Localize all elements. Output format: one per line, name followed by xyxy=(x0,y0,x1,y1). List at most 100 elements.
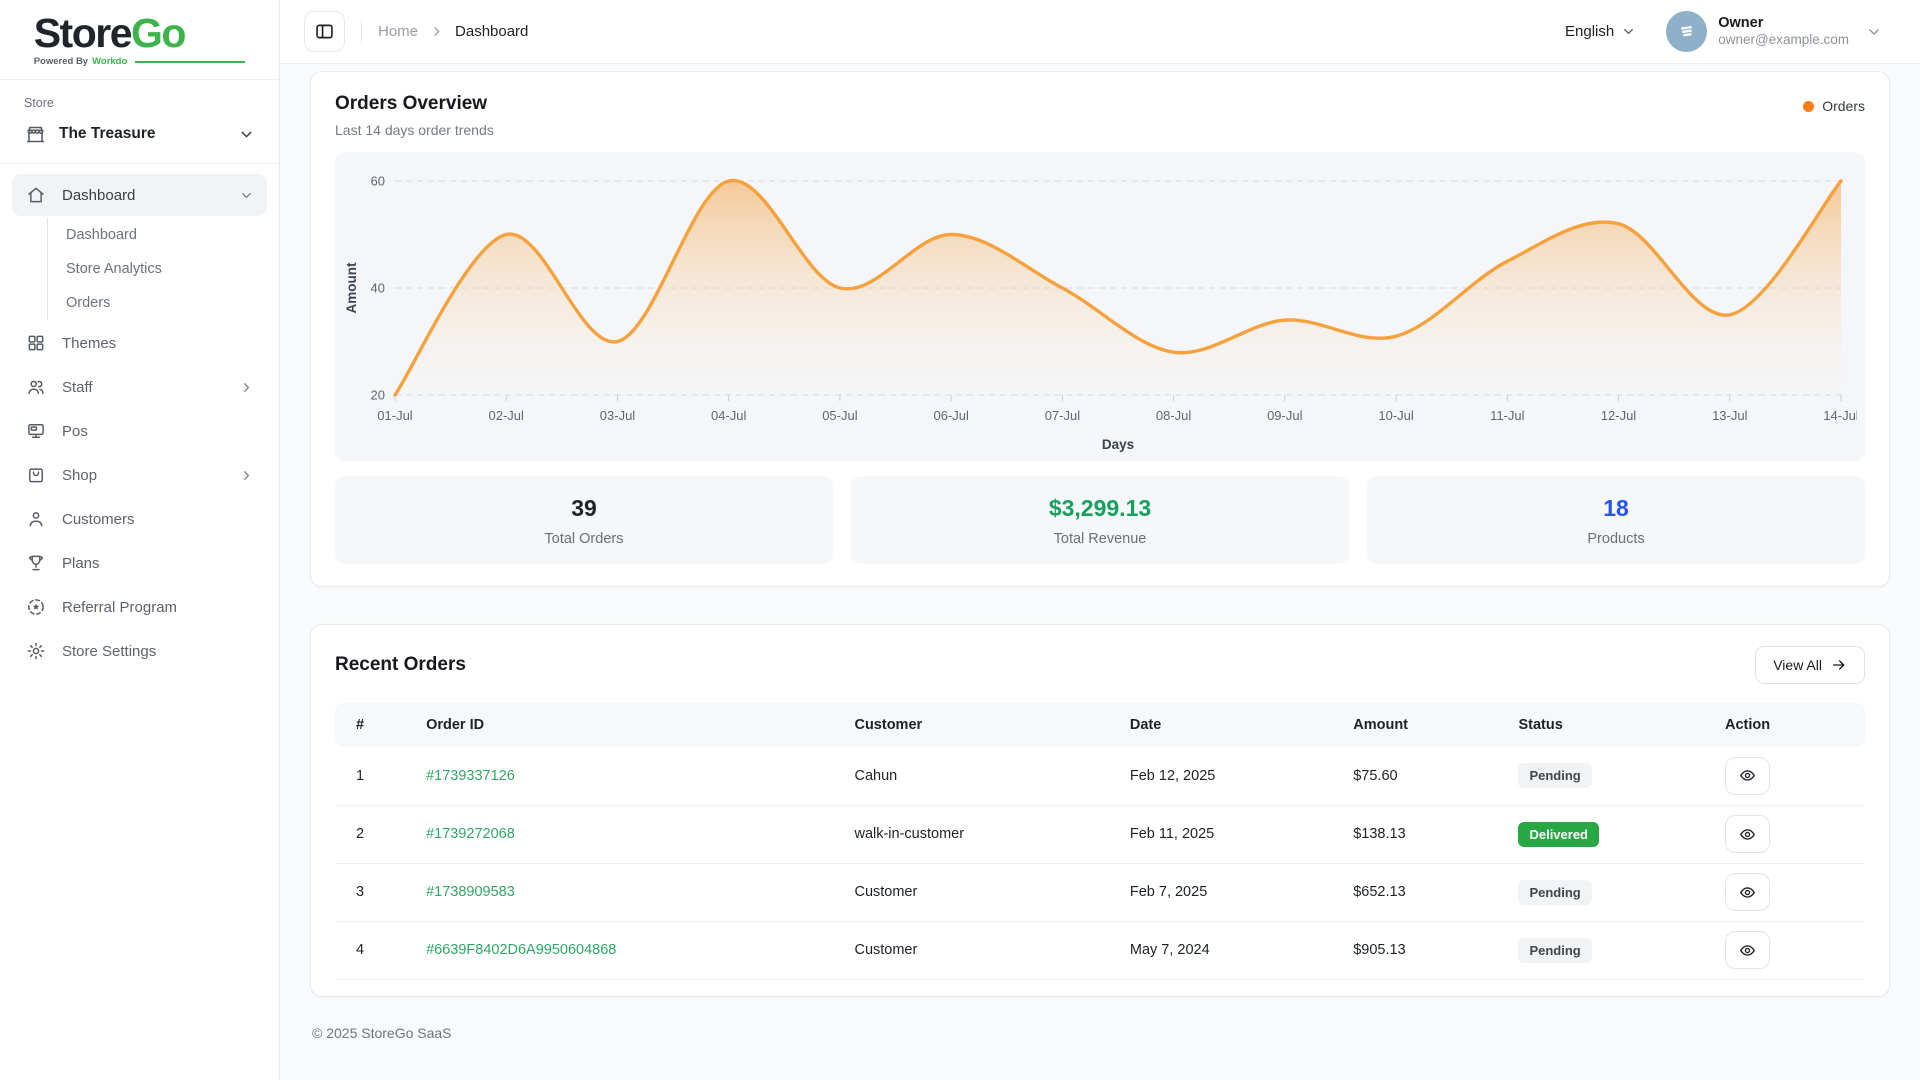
language-selector[interactable]: English xyxy=(1565,23,1636,40)
column-header: Action xyxy=(1715,703,1865,747)
order-id-link[interactable]: #1738909583 xyxy=(426,884,515,900)
order-number: 3 xyxy=(335,863,416,921)
sidebar-toggle-button[interactable] xyxy=(304,11,345,52)
sidebar-item-staff[interactable]: Staff xyxy=(12,366,267,408)
sidebar-nav: Dashboard Dashboard Store Analytics Orde… xyxy=(0,164,279,674)
shopping-bag-icon xyxy=(25,464,47,486)
order-number: 4 xyxy=(335,921,416,979)
breadcrumb-home-link[interactable]: Home xyxy=(378,23,418,40)
orders-table: #Order IDCustomerDateAmountStatusAction … xyxy=(335,703,1865,980)
sidebar-item-label: Store Settings xyxy=(62,643,156,660)
referral-star-icon xyxy=(25,596,47,618)
card-subtitle: Last 14 days order trends xyxy=(335,122,494,138)
order-id-link[interactable]: #6639F8402D6A9950604868 xyxy=(426,942,616,958)
chevron-right-icon xyxy=(430,25,443,38)
sidebar-item-label: Plans xyxy=(62,555,100,572)
main-area: Home Dashboard English Owner owner@examp… xyxy=(280,0,1920,1080)
sidebar-item-dashboard[interactable]: Dashboard xyxy=(12,174,267,216)
gear-icon xyxy=(25,640,47,662)
svg-text:01-Jul: 01-Jul xyxy=(377,408,413,423)
svg-text:02-Jul: 02-Jul xyxy=(488,408,524,423)
stat-label: Total Revenue xyxy=(851,531,1349,547)
footer-copyright: © 2025 StoreGo SaaS xyxy=(310,997,1890,1063)
order-customer: Customer xyxy=(844,863,1119,921)
user-icon xyxy=(25,508,47,530)
svg-text:Amount: Amount xyxy=(344,262,359,313)
breadcrumb-current: Dashboard xyxy=(455,23,528,40)
powered-underline xyxy=(135,61,245,63)
avatar xyxy=(1666,11,1707,52)
language-label: English xyxy=(1565,23,1614,40)
svg-text:03-Jul: 03-Jul xyxy=(600,408,636,423)
store-name: The Treasure xyxy=(59,125,156,143)
view-order-button[interactable] xyxy=(1725,815,1770,853)
user-menu[interactable]: Owner owner@example.com xyxy=(1666,11,1882,52)
svg-text:06-Jul: 06-Jul xyxy=(933,408,969,423)
view-order-button[interactable] xyxy=(1725,757,1770,795)
order-amount: $905.13 xyxy=(1343,921,1508,979)
order-amount: $652.13 xyxy=(1343,863,1508,921)
pos-terminal-icon xyxy=(25,420,47,442)
stat-label: Total Orders xyxy=(335,531,833,547)
sidebar-item-themes[interactable]: Themes xyxy=(12,322,267,364)
order-customer: Customer xyxy=(844,921,1119,979)
view-order-button[interactable] xyxy=(1725,873,1770,911)
svg-text:Days: Days xyxy=(1102,437,1134,452)
sidebar-item-customers[interactable]: Customers xyxy=(12,498,267,540)
chevron-down-icon xyxy=(238,126,255,143)
store-selector[interactable]: The Treasure xyxy=(24,123,255,145)
breadcrumb: Home Dashboard xyxy=(378,23,528,40)
order-date: May 7, 2024 xyxy=(1120,921,1343,979)
grid-icon xyxy=(25,332,47,354)
sidebar-subitem-dashboard[interactable]: Dashboard xyxy=(48,218,267,252)
view-all-button[interactable]: View All xyxy=(1755,646,1865,684)
stat-label: Products xyxy=(1367,531,1865,547)
status-badge: Pending xyxy=(1518,938,1591,963)
sidebar-item-pos[interactable]: Pos xyxy=(12,410,267,452)
chevron-right-icon xyxy=(239,380,254,395)
sidebar-item-plans[interactable]: Plans xyxy=(12,542,267,584)
stat-total-orders: 39 Total Orders xyxy=(335,476,833,564)
chart-legend-orders[interactable]: Orders xyxy=(1803,98,1865,114)
svg-text:05-Jul: 05-Jul xyxy=(822,408,858,423)
trophy-icon xyxy=(25,552,47,574)
order-id-link[interactable]: #1739337126 xyxy=(426,768,515,784)
stat-value: 18 xyxy=(1367,495,1865,522)
eye-icon xyxy=(1739,826,1756,843)
svg-text:07-Jul: 07-Jul xyxy=(1045,408,1081,423)
sidebar-item-store-settings[interactable]: Store Settings xyxy=(12,630,267,672)
status-badge: Delivered xyxy=(1518,822,1599,847)
sidebar-subitem-orders[interactable]: Orders xyxy=(48,286,267,320)
status-badge: Pending xyxy=(1518,763,1591,788)
order-id-link[interactable]: #1739272068 xyxy=(426,826,515,842)
sidebar-item-label: Dashboard xyxy=(62,187,135,204)
order-number: 1 xyxy=(335,747,416,805)
orders-area-chart: 20406001-Jul02-Jul03-Jul04-Jul05-Jul06-J… xyxy=(335,152,1865,461)
order-date: Feb 11, 2025 xyxy=(1120,805,1343,863)
svg-text:08-Jul: 08-Jul xyxy=(1156,408,1192,423)
svg-text:12-Jul: 12-Jul xyxy=(1601,408,1637,423)
user-email: owner@example.com xyxy=(1718,32,1849,49)
user-name: Owner xyxy=(1718,14,1849,32)
card-title: Orders Overview xyxy=(335,93,494,115)
column-header: Date xyxy=(1120,703,1343,747)
card-title: Recent Orders xyxy=(335,654,466,676)
topbar-right: English Owner owner@example.com xyxy=(1565,11,1882,52)
legend-dot xyxy=(1803,101,1814,112)
svg-text:20: 20 xyxy=(371,388,385,403)
order-amount: $75.60 xyxy=(1343,747,1508,805)
store-section: Store The Treasure xyxy=(0,80,279,164)
sidebar-item-shop[interactable]: Shop xyxy=(12,454,267,496)
column-header: Status xyxy=(1508,703,1715,747)
recent-orders-card: Recent Orders View All #Order IDCustomer… xyxy=(310,624,1890,997)
table-header-row: #Order IDCustomerDateAmountStatusAction xyxy=(335,703,1865,747)
home-icon xyxy=(25,184,47,206)
svg-text:13-Jul: 13-Jul xyxy=(1712,408,1748,423)
view-order-button[interactable] xyxy=(1725,931,1770,969)
eye-icon xyxy=(1739,884,1756,901)
column-header: Customer xyxy=(844,703,1119,747)
eye-icon xyxy=(1739,942,1756,959)
legend-label: Orders xyxy=(1822,98,1865,114)
sidebar-subitem-store-analytics[interactable]: Store Analytics xyxy=(48,252,267,286)
sidebar-item-referral-program[interactable]: Referral Program xyxy=(12,586,267,628)
